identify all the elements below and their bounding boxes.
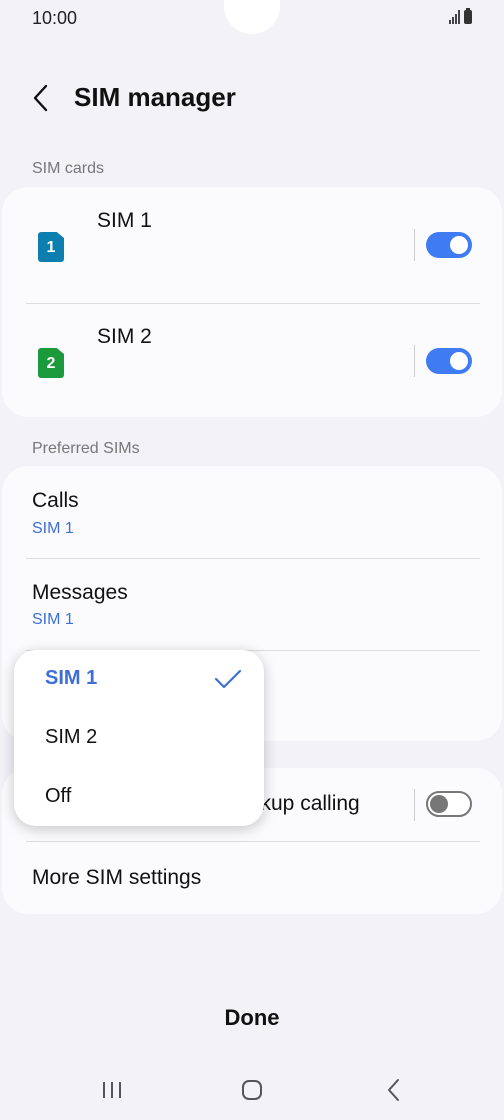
done-button[interactable]: Done (0, 1005, 504, 1031)
popup-option-label: SIM 1 (45, 667, 98, 689)
status-icons (449, 8, 472, 24)
popup-option-sim-2[interactable]: SIM 2 (14, 709, 264, 767)
section-label-preferred-sims: Preferred SIMs (32, 440, 140, 457)
messages-title: Messages (32, 581, 128, 604)
status-bar: 10:00 (0, 0, 504, 38)
calls-value: SIM 1 (32, 520, 74, 537)
nav-back-icon (388, 1079, 399, 1101)
section-label-sim-cards: SIM cards (32, 160, 105, 177)
more-sim-settings-label: More SIM settings (32, 866, 202, 889)
home-icon (242, 1080, 262, 1100)
backup-calling-toggle[interactable] (426, 791, 472, 817)
page-title: SIM manager (74, 82, 236, 112)
calls-title: Calls (32, 489, 79, 512)
calls-row[interactable]: Calls SIM 1 (2, 466, 502, 558)
sim-1-toggle[interactable] (426, 232, 472, 258)
navigation-bar (0, 1060, 504, 1120)
nav-back-button[interactable] (374, 1074, 414, 1106)
vertical-divider (414, 345, 415, 377)
battery-icon (464, 8, 472, 24)
popup-option-label: SIM 2 (45, 726, 98, 748)
sim-row-2[interactable]: 2 SIM 2 (2, 303, 502, 419)
popup-option-sim-1[interactable]: SIM 1 (14, 650, 264, 708)
backup-calling-label: ckup calling (250, 792, 360, 815)
sim-card-icon: 1 (38, 232, 64, 262)
sim-name: SIM 2 (97, 325, 152, 348)
back-arrow-icon (33, 84, 48, 112)
messages-row[interactable]: Messages SIM 1 (2, 558, 502, 650)
vertical-divider (414, 789, 415, 821)
recent-apps-button[interactable] (92, 1074, 132, 1106)
sim-2-toggle[interactable] (426, 348, 472, 374)
messages-value: SIM 1 (32, 611, 74, 628)
sim-cards-card: 1 SIM 1 2 SIM 2 (2, 187, 502, 417)
camera-notch (224, 0, 280, 34)
checkmark-icon (214, 669, 242, 689)
signal-icon (449, 10, 460, 24)
sim-card-icon: 2 (38, 348, 64, 378)
popup-option-label: Off (45, 785, 72, 807)
popup-option-off[interactable]: Off (14, 768, 264, 826)
more-sim-settings-row[interactable]: More SIM settings (2, 841, 502, 914)
sim-selection-popup: SIM 1 SIM 2 Off (14, 650, 264, 826)
sim-row-1[interactable]: 1 SIM 1 (2, 187, 502, 303)
home-button[interactable] (232, 1074, 272, 1106)
recent-apps-icon (103, 1082, 121, 1098)
back-button[interactable] (26, 78, 60, 118)
vertical-divider (414, 229, 415, 261)
status-time: 10:00 (32, 8, 78, 28)
app-header: SIM manager (0, 68, 504, 128)
sim-name: SIM 1 (97, 209, 152, 232)
